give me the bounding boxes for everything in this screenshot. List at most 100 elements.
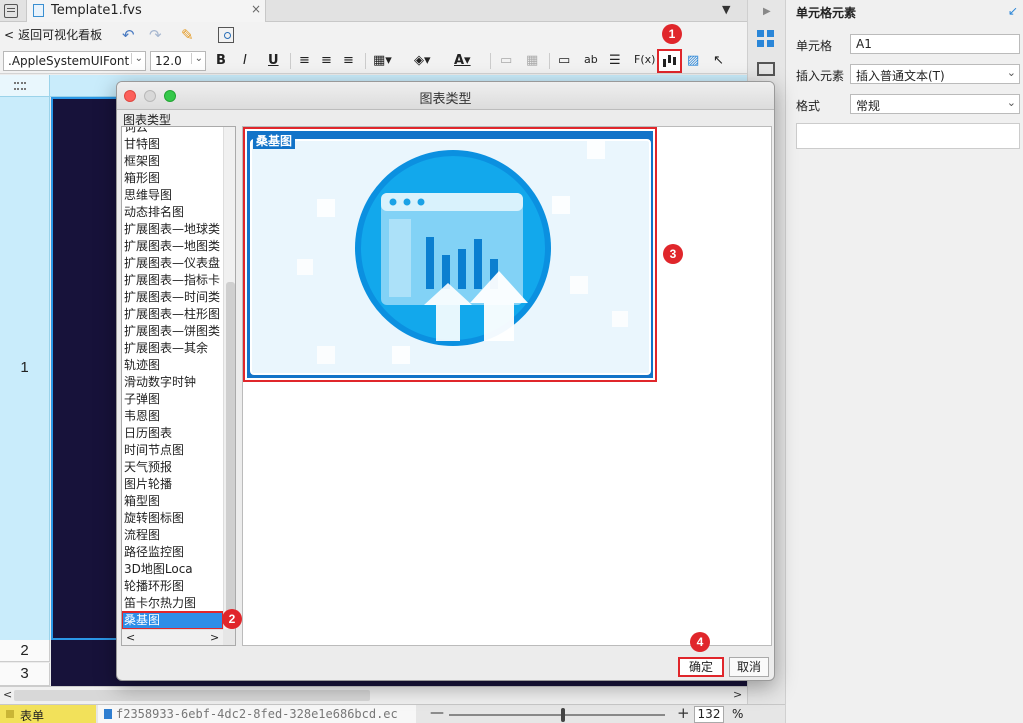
list-vertical-scrollbar[interactable]	[223, 127, 235, 629]
chevron-left-icon[interactable]: <	[126, 631, 135, 644]
sankey-chart-card[interactable]: 桑基图	[243, 127, 657, 382]
chevron-right-icon[interactable]: >	[733, 688, 742, 701]
format-select[interactable]: 常规 ⌄	[850, 94, 1020, 114]
cancel-button[interactable]: 取消	[729, 657, 769, 677]
zoom-input[interactable]: 132	[694, 706, 724, 723]
align-right-icon[interactable]: ≡	[343, 53, 354, 68]
border-icon[interactable]: ▦▾	[373, 53, 392, 68]
back-to-dashboard-button[interactable]: < 返回可视化看板	[4, 26, 102, 43]
sheet-tab-form[interactable]: 表单	[0, 705, 96, 723]
chart-type-item[interactable]: 甘特图	[122, 136, 223, 153]
font-family-select[interactable]: .AppleSystemUIFont ⌄	[3, 51, 146, 71]
chart-type-item[interactable]: 词云	[122, 127, 223, 136]
chevron-down-icon: ⌄	[130, 53, 143, 64]
zoom-out-button[interactable]: —	[430, 705, 444, 721]
divider	[549, 53, 550, 69]
chart-type-item[interactable]: 子弹图	[122, 391, 223, 408]
select-all-icon	[14, 82, 26, 90]
undo-icon[interactable]: ↶	[122, 26, 135, 44]
chart-type-item[interactable]: 3D地图Loca	[122, 561, 223, 578]
chart-type-item[interactable]: 日历图表	[122, 425, 223, 442]
fill-color-icon[interactable]: ◈▾	[414, 53, 431, 68]
cell-input[interactable]: A1	[850, 34, 1020, 54]
row-header-2[interactable]: 2	[0, 640, 50, 662]
cell-content-field[interactable]	[796, 123, 1020, 149]
sheet-tab-data[interactable]: f2358933-6ebf-4dc2-8fed-328e1e686bcd.ec	[98, 705, 416, 723]
app-menu-icon[interactable]	[4, 4, 18, 18]
zoom-slider-track[interactable]	[449, 714, 665, 716]
chart-type-dialog: 图表类型 图表类型 词云 甘特图 框架图 箱形图 思维导图 动态排名图 扩展图表—地球类 扩展…	[116, 81, 775, 681]
insert-formula-button[interactable]: F(x)	[634, 53, 655, 66]
format-painter-icon[interactable]: ✎	[181, 26, 194, 44]
confirm-button[interactable]: 确定	[678, 657, 724, 677]
chart-type-item[interactable]: 框架图	[122, 153, 223, 170]
chart-type-item[interactable]: 扩展图表—其余	[122, 340, 223, 357]
cell-element-tab-icon[interactable]	[757, 30, 775, 48]
zoom-slider-thumb[interactable]	[561, 708, 565, 722]
back-label: 返回可视化看板	[18, 28, 103, 42]
chart-type-item[interactable]: 扩展图表—仪表盘	[122, 255, 223, 272]
chart-type-item[interactable]: 流程图	[122, 527, 223, 544]
chart-type-item[interactable]: 扩展图表—地球类	[122, 221, 223, 238]
horizontal-scrollbar[interactable]: < >	[0, 686, 747, 704]
chart-type-item[interactable]: 轮播环形图	[122, 578, 223, 595]
file-tab[interactable]: Template1.fvs ×	[26, 0, 266, 22]
chart-type-item[interactable]: 扩展图表—地图类	[122, 238, 223, 255]
insert-image-icon[interactable]: ▨	[687, 53, 699, 68]
list-horizontal-scrollbar[interactable]: < >	[122, 629, 223, 645]
chart-type-item[interactable]: 轨迹图	[122, 357, 223, 374]
underline-button[interactable]: U	[268, 53, 279, 68]
chart-type-item[interactable]: 箱形图	[122, 170, 223, 187]
chart-type-item[interactable]: 扩展图表—指标卡	[122, 272, 223, 289]
font-color-icon[interactable]: A▾	[454, 53, 471, 68]
merge-cells-icon[interactable]: ▭	[500, 53, 512, 68]
chevron-right-icon[interactable]: ▶	[763, 6, 771, 17]
font-size-value: 12.0	[155, 54, 182, 68]
cell-attribute-tab-icon[interactable]	[757, 62, 775, 76]
chart-type-item[interactable]: 时间节点图	[122, 442, 223, 459]
chart-type-item[interactable]: 扩展图表—柱形图	[122, 306, 223, 323]
font-size-select[interactable]: 12.0 ⌄	[150, 51, 206, 71]
align-center-icon[interactable]: ≡	[321, 53, 332, 68]
close-icon[interactable]: ×	[251, 2, 261, 16]
chart-type-item[interactable]: 图片轮播	[122, 476, 223, 493]
chart-type-item[interactable]: 天气预报	[122, 459, 223, 476]
tab-menu-icon[interactable]: ▼	[722, 3, 730, 16]
zoom-in-button[interactable]: +	[677, 704, 690, 722]
row-header-1[interactable]: 1	[0, 97, 50, 640]
split-cells-icon[interactable]: ▦	[526, 53, 538, 68]
row-header-3[interactable]: 3	[0, 663, 50, 686]
chart-type-item[interactable]: 思维导图	[122, 187, 223, 204]
insert-element-select[interactable]: 插入普通文本(T) ⌄	[850, 64, 1020, 84]
pin-icon[interactable]: ↙	[1008, 4, 1018, 18]
chart-type-item[interactable]: 扩展图表—饼图类	[122, 323, 223, 340]
preview-icon[interactable]	[218, 27, 234, 43]
insert-text-button[interactable]: ab	[584, 53, 598, 66]
chart-type-item[interactable]: 韦恩图	[122, 408, 223, 425]
chevron-right-icon[interactable]: >	[210, 631, 219, 644]
grid-corner[interactable]	[0, 75, 50, 97]
bold-button[interactable]: B	[216, 53, 226, 68]
dialog-titlebar[interactable]: 图表类型	[117, 82, 774, 110]
chart-type-list[interactable]: 词云 甘特图 框架图 箱形图 思维导图 动态排名图 扩展图表—地球类 扩展图表—地图类 扩展图表…	[121, 126, 236, 646]
chevron-left-icon[interactable]: <	[3, 688, 12, 701]
chart-type-item[interactable]: 旋转图标图	[122, 510, 223, 527]
scroll-thumb[interactable]	[226, 282, 235, 627]
chart-type-item[interactable]: 滑动数字时钟	[122, 374, 223, 391]
insert-rich-text-icon[interactable]: ☰	[609, 53, 621, 68]
chart-type-item[interactable]: 路径监控图	[122, 544, 223, 561]
chart-type-item[interactable]: 笛卡尔热力图	[122, 595, 223, 612]
chart-type-item[interactable]: 动态排名图	[122, 204, 223, 221]
insert-slash-icon[interactable]: ↖	[713, 53, 724, 68]
insert-element-icon[interactable]: ▭	[558, 53, 570, 68]
card-background: 桑基图	[247, 131, 653, 378]
chart-type-item[interactable]: 扩展图表—时间类	[122, 289, 223, 306]
cell-value: A1	[856, 37, 872, 51]
redo-icon[interactable]: ↷	[149, 26, 162, 44]
scroll-thumb[interactable]	[14, 690, 370, 701]
align-left-icon[interactable]: ≡	[299, 53, 310, 68]
chart-type-item[interactable]: 桑基图	[122, 611, 224, 630]
insert-chart-button[interactable]	[657, 49, 682, 73]
chart-type-item[interactable]: 箱型图	[122, 493, 223, 510]
italic-button[interactable]: I	[243, 53, 247, 68]
